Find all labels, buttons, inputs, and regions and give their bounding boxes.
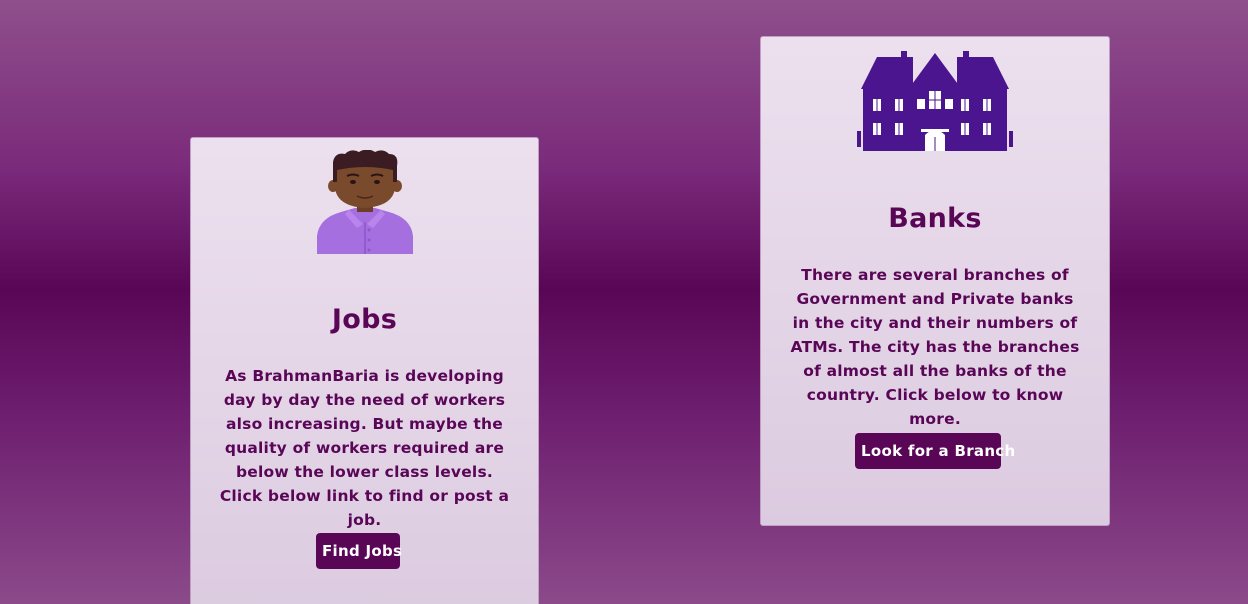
person-avatar-icon	[297, 149, 433, 254]
bank-building-icon	[857, 51, 1013, 153]
page-background: { "cards": [ { "id": "jobs", "image_icon…	[0, 0, 1248, 604]
jobs-title: Jobs	[331, 304, 398, 335]
banks-description: There are several branches of Government…	[790, 266, 1080, 428]
jobs-description: As BrahmanBaria is developing day by day…	[219, 367, 510, 529]
jobs-card: Jobs As BrahmanBaria is developing day b…	[190, 137, 539, 604]
banks-title: Banks	[888, 203, 982, 234]
banks-card: Banks There are several branches of Gove…	[760, 36, 1110, 526]
find-jobs-button[interactable]: Find Jobs	[316, 533, 402, 569]
look-for-branch-button[interactable]: Look for a Branch	[855, 433, 1015, 469]
